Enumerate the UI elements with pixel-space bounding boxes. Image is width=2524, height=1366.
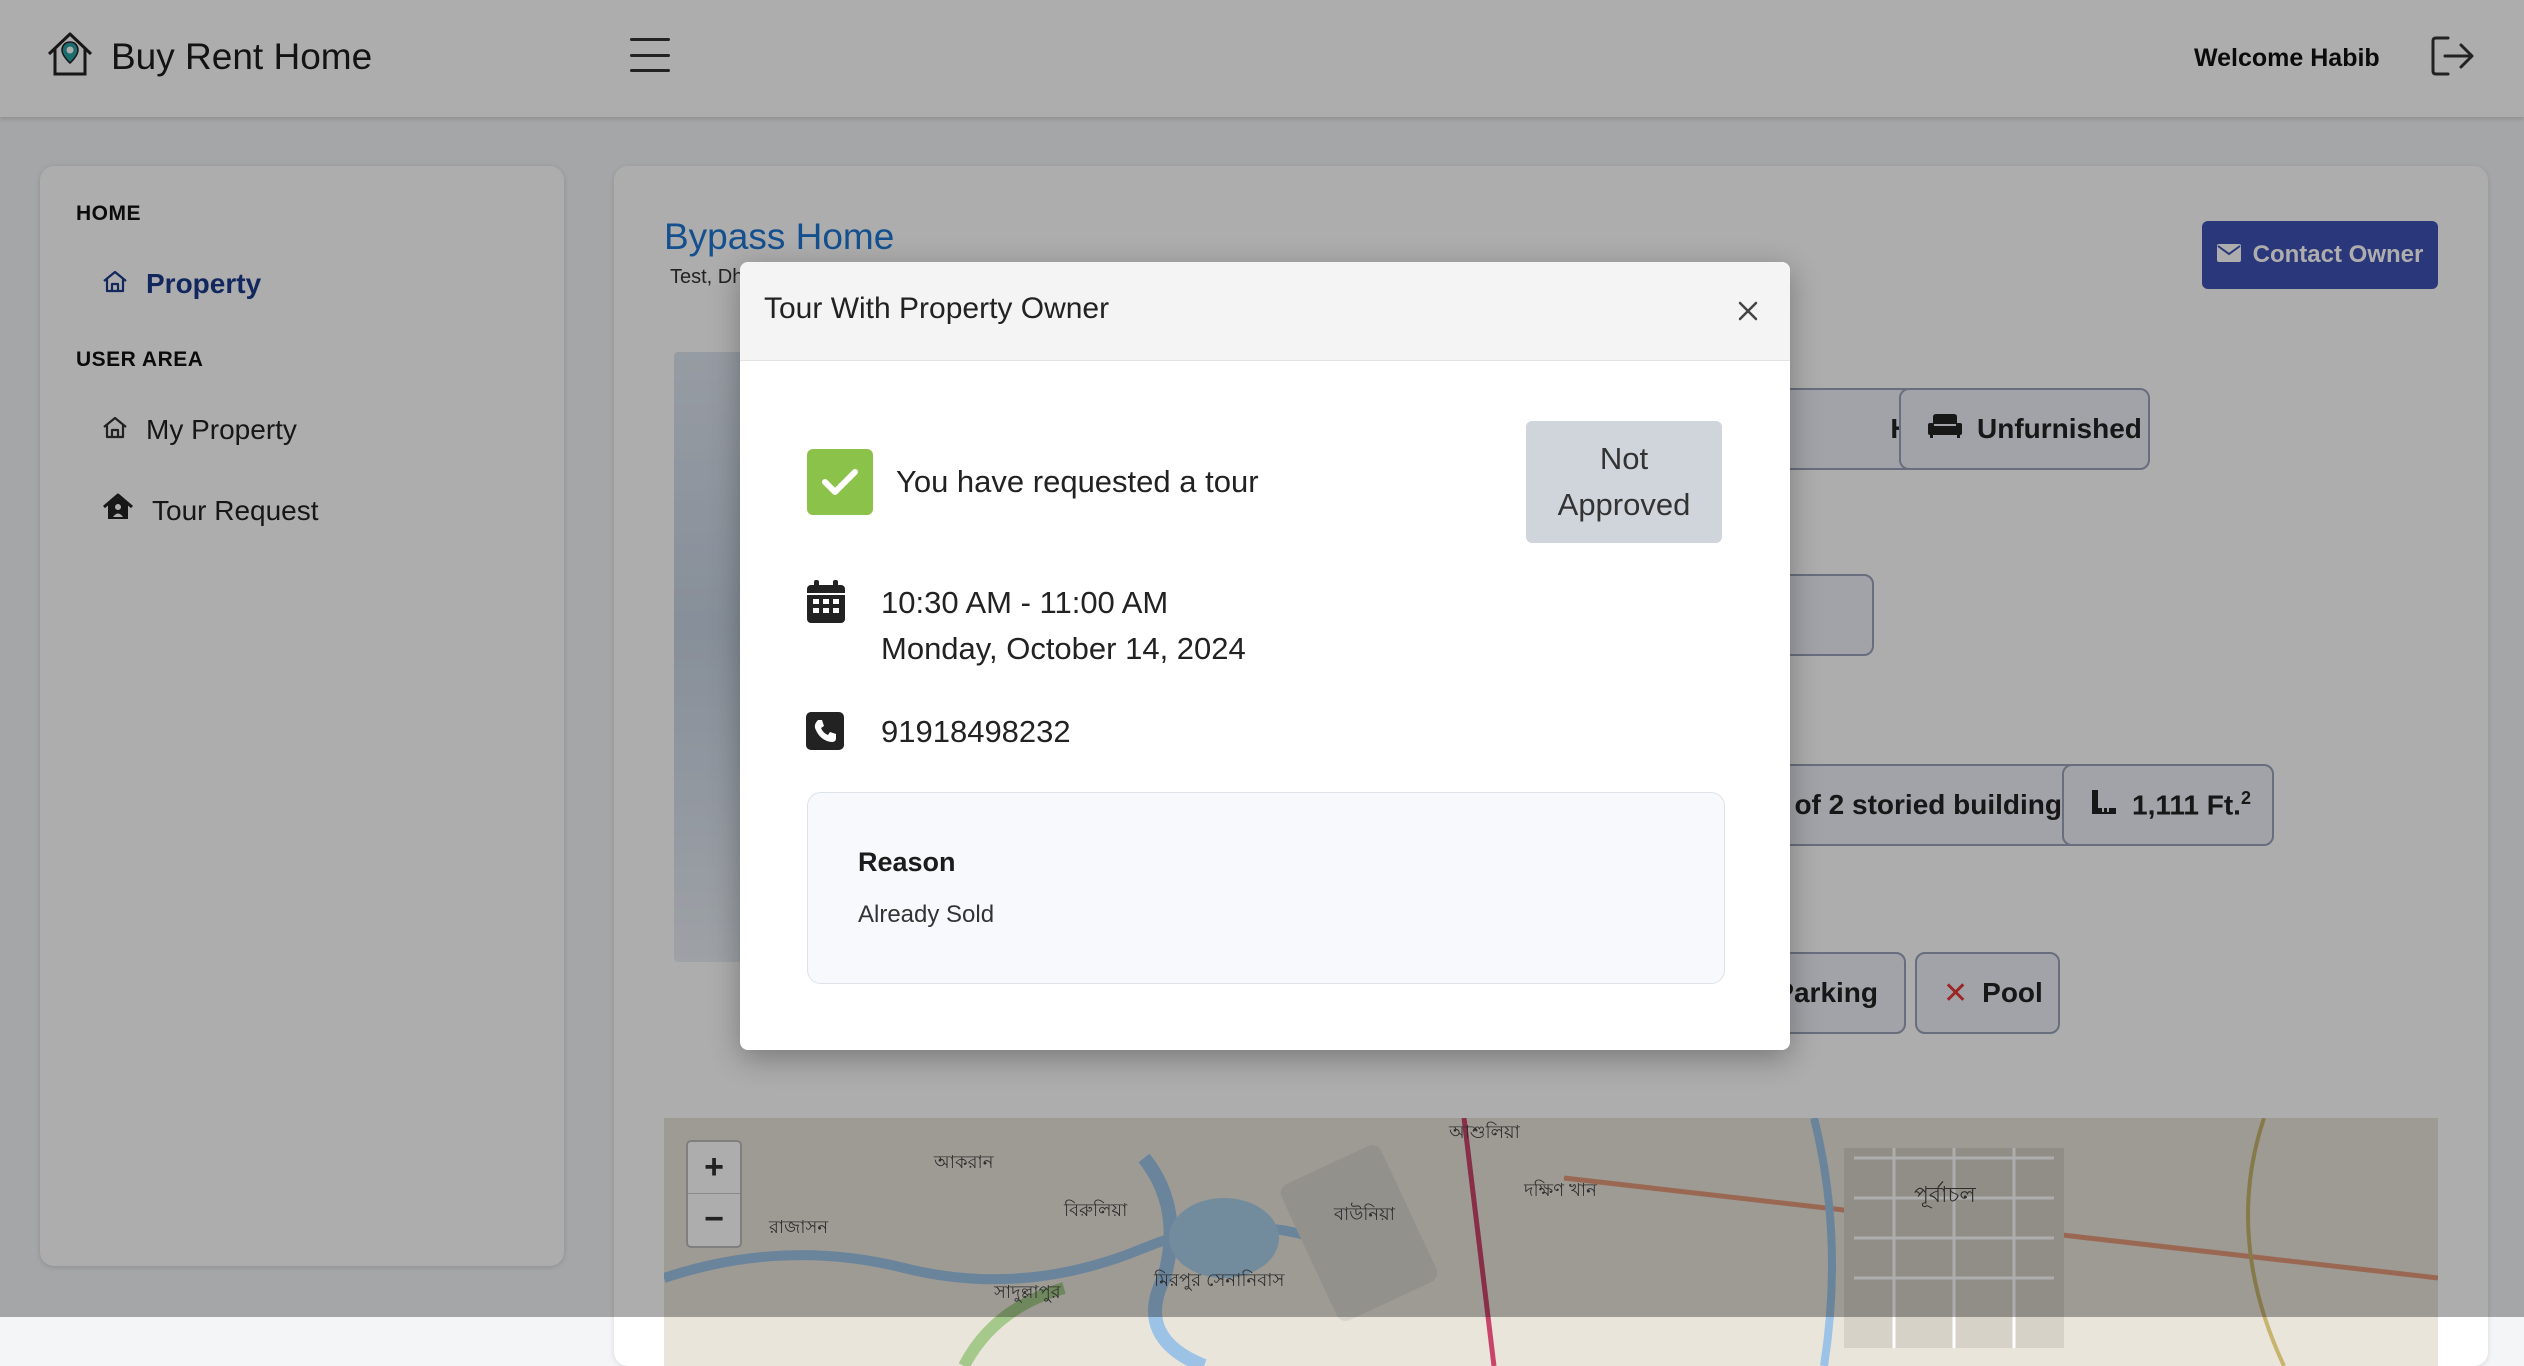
reason-text: Already Sold — [858, 901, 995, 928]
reason-panel: Reason Already Sold — [807, 792, 1725, 984]
reason-label: Reason — [858, 847, 956, 877]
calendar-icon — [806, 580, 846, 629]
modal-header: Tour With Property Owner — [740, 262, 1790, 361]
phone-icon — [806, 712, 844, 755]
status-line-2: Approved — [1557, 487, 1691, 522]
owner-phone: 91918498232 — [881, 714, 1071, 749]
tour-request-text: You have requested a tour — [896, 464, 1259, 499]
tour-modal: Tour With Property Owner You have reques… — [740, 262, 1790, 1050]
tour-time: 10:30 AM - 11:00 AM — [881, 585, 1169, 620]
modal-title: Tour With Property Owner — [764, 292, 1110, 325]
status-line-1: Not — [1599, 441, 1649, 476]
checkmark-icon — [807, 449, 873, 515]
close-icon[interactable] — [1730, 293, 1766, 329]
tour-date: Monday, October 14, 2024 — [881, 631, 1246, 666]
status-badge: Not Approved — [1526, 421, 1722, 543]
